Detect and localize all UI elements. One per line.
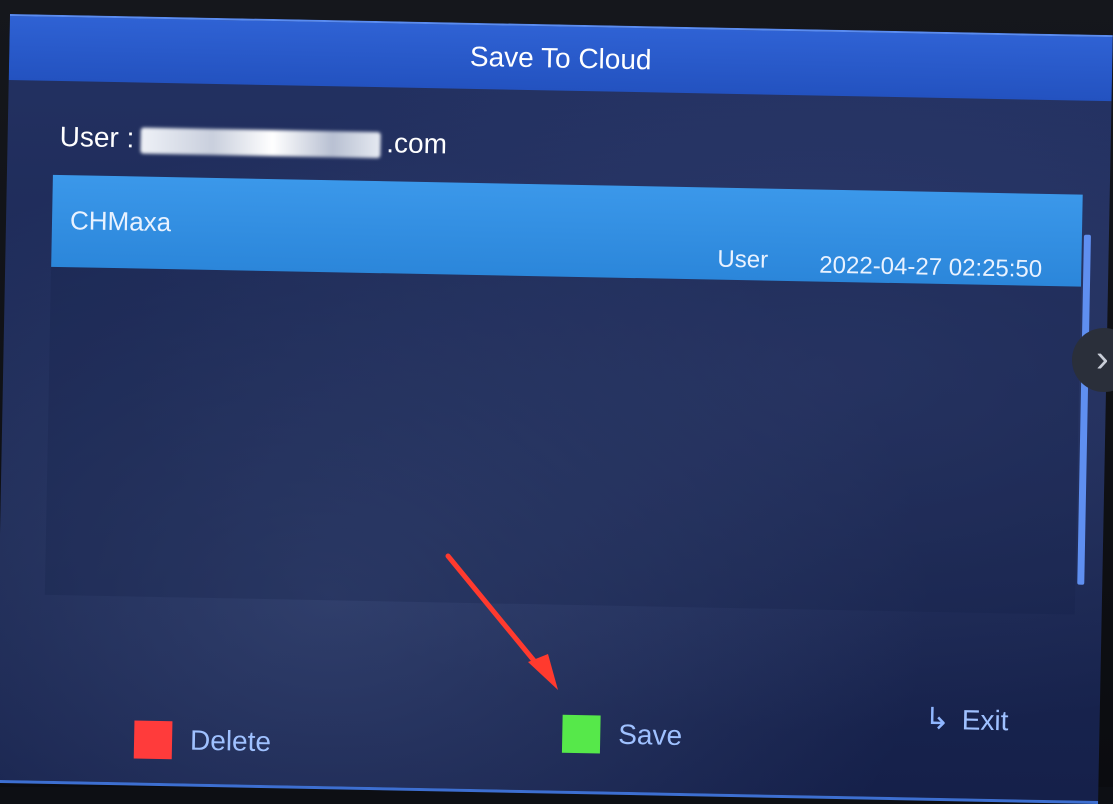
dialog-save-to-cloud: Save To Cloud User : .com CHMaxa User 20…	[0, 14, 1113, 804]
dialog-titlebar: Save To Cloud	[8, 14, 1113, 102]
save-label: Save	[617, 718, 683, 752]
tv-frame: Save To Cloud User : .com CHMaxa User 20…	[0, 0, 1113, 804]
user-email-suffix: .com	[385, 127, 448, 160]
user-label: User :	[59, 120, 135, 154]
return-arrow-icon: ↳	[924, 702, 951, 737]
list-item-name: CHMaxa	[69, 205, 172, 238]
save-button[interactable]: Save	[561, 714, 683, 755]
list-item-selected[interactable]: CHMaxa User 2022-04-27 02:25:50	[51, 174, 1083, 287]
green-key-icon	[561, 714, 601, 754]
redacted-email-blur	[140, 127, 381, 158]
exit-button[interactable]: ↳ Exit	[924, 702, 1008, 739]
delete-label: Delete	[189, 724, 272, 758]
cloud-config-list[interactable]: CHMaxa User 2022-04-27 02:25:50	[44, 174, 1083, 615]
list-item-type: User	[717, 245, 769, 274]
dialog-title: Save To Cloud	[469, 40, 652, 76]
dialog-footer: Delete Save ↳ Exit	[0, 684, 1100, 801]
list-item-datetime: 2022-04-27 02:25:50	[819, 251, 1043, 283]
exit-label: Exit	[961, 703, 1009, 736]
delete-button[interactable]: Delete	[133, 720, 272, 762]
chevron-right-icon: ›	[1096, 338, 1109, 380]
user-line: User : .com	[59, 121, 447, 160]
red-key-icon	[133, 720, 173, 760]
